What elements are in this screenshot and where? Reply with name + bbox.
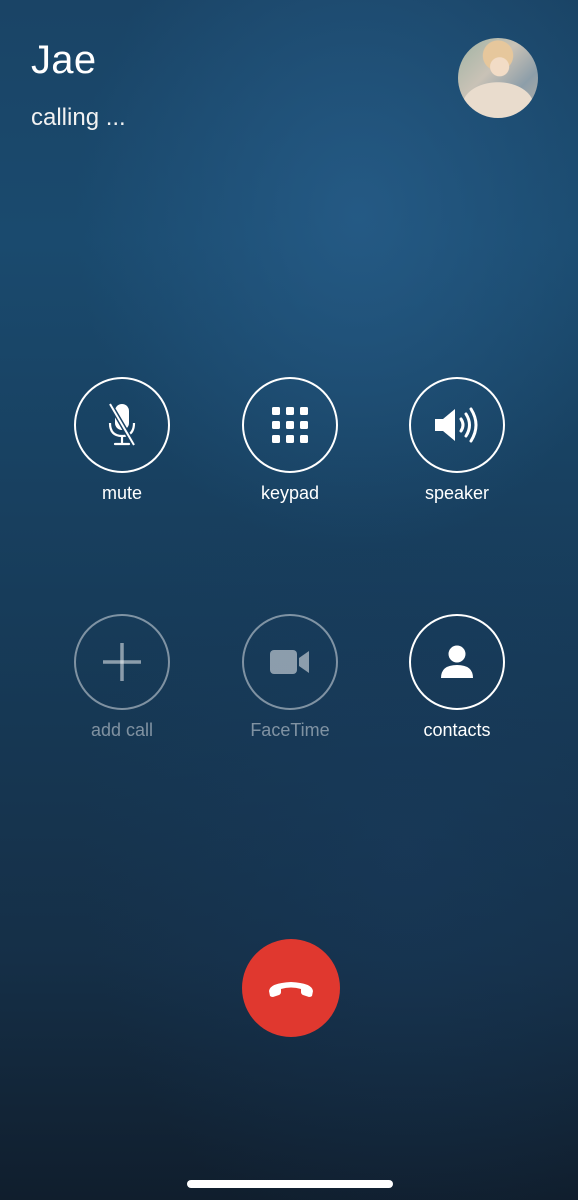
add-call-button-ring[interactable]: [74, 614, 170, 710]
home-indicator[interactable]: [187, 1180, 393, 1188]
facetime-button[interactable]: FaceTime: [220, 614, 360, 741]
speaker-button-ring[interactable]: [409, 377, 505, 473]
mute-button-ring[interactable]: [74, 377, 170, 473]
speaker-icon: [435, 407, 478, 443]
contacts-button-ring[interactable]: [409, 614, 505, 710]
call-screen: Jae calling ... mute keypad speaker add …: [0, 0, 578, 1200]
speaker-button[interactable]: speaker: [387, 377, 527, 504]
mute-label: mute: [101, 483, 143, 503]
contacts-label: contacts: [423, 720, 491, 740]
keypad-label: keypad: [260, 483, 320, 503]
facetime-button-ring[interactable]: [242, 614, 338, 710]
end-call-button[interactable]: [242, 939, 340, 1037]
caller-avatar[interactable]: [458, 38, 538, 118]
keypad-button[interactable]: keypad: [220, 377, 360, 504]
mute-button[interactable]: mute: [52, 377, 192, 504]
plus-icon: [103, 643, 141, 681]
person-icon: [441, 645, 473, 678]
contacts-button[interactable]: contacts: [387, 614, 527, 741]
caller-name: Jae: [31, 38, 97, 82]
keypad-button-ring[interactable]: [242, 377, 338, 473]
phone-hangup-icon: [269, 982, 313, 997]
keypad-grid-icon: [272, 407, 308, 443]
add-call-label: add call: [90, 720, 154, 740]
call-status: calling ...: [31, 104, 126, 131]
add-call-button[interactable]: add call: [52, 614, 192, 741]
microphone-slash-icon: [107, 402, 137, 447]
facetime-label: FaceTime: [250, 720, 330, 740]
video-camera-icon: [270, 650, 309, 674]
speaker-label: speaker: [424, 483, 490, 503]
